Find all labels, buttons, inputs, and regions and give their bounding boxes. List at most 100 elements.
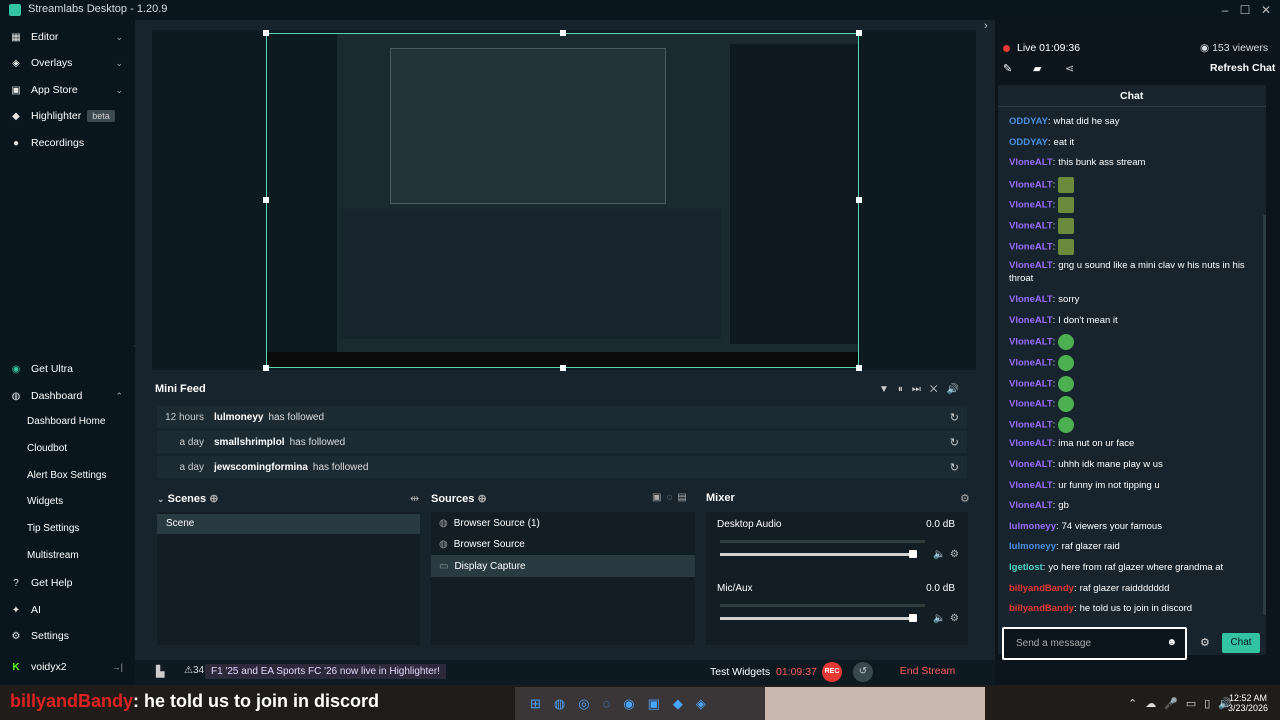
gear-icon[interactable]: ⚙ (960, 492, 970, 505)
test-widgets-button[interactable]: Test Widgets (710, 666, 770, 678)
tip-settings-link[interactable]: Tip Settings (27, 517, 79, 541)
chat-username[interactable]: lulmoneyy (1009, 541, 1056, 552)
sidebar-item-dashboard[interactable]: ◍ Dashboard ⌃ (0, 383, 135, 409)
chat-username[interactable]: ODDYAY (1009, 116, 1048, 127)
sidebar-item-recordings[interactable]: ● Recordings (0, 130, 135, 156)
chat-username[interactable]: billyandBandy (1009, 583, 1074, 594)
minifeed-controls[interactable]: ▼⏸⏭✕🔊 (879, 384, 968, 395)
sidebar-item-editor[interactable]: ▦ Editor ⌄ (0, 24, 135, 50)
sidebar-item-app-store[interactable]: ▣ App Store ⌄ (0, 77, 135, 103)
scene-transitions-icon[interactable]: ⇹ (410, 492, 419, 505)
share-icon[interactable]: ⋖ (1065, 62, 1074, 75)
chat-username[interactable]: VloneALT (1009, 459, 1053, 470)
chat-username[interactable]: VloneALT (1009, 438, 1053, 449)
source-item[interactable]: ◍ Browser Source (1) (431, 512, 695, 534)
resize-handle[interactable] (856, 30, 862, 36)
logout-icon[interactable]: →| (112, 662, 123, 672)
sidebar-item-overlays[interactable]: ◈ Overlays ⌄ (0, 50, 135, 76)
chat-scrollbar[interactable] (1263, 215, 1266, 615)
stats-icon[interactable]: ▙ (156, 665, 164, 678)
resize-handle[interactable] (856, 197, 862, 203)
gear-icon[interactable]: ⚙ (950, 613, 959, 624)
chat-username[interactable]: billyandBandy (1009, 603, 1074, 614)
gear-icon[interactable]: ⚙ (1200, 636, 1210, 649)
chat-username[interactable]: VloneALT (1009, 157, 1053, 168)
repeat-icon[interactable]: ↻ (950, 411, 959, 424)
add-scene-icon[interactable]: ⊕ (209, 493, 218, 505)
chat-username[interactable]: ODDYAY (1009, 137, 1048, 148)
briefcase-icon[interactable]: ▰ (1033, 62, 1041, 75)
chat-username[interactable]: VloneALT (1009, 337, 1053, 348)
chat-colon: : (1052, 179, 1056, 191)
close-icon[interactable]: ✕ (1258, 2, 1274, 18)
scene-item[interactable]: Scene (157, 514, 420, 534)
multistream-link[interactable]: Multistream (27, 544, 79, 568)
taskbar-icons[interactable]: ⊞◍◎◌◉▣◆◈ (530, 696, 719, 712)
repeat-icon[interactable]: ↻ (950, 436, 959, 449)
system-tray-icons[interactable]: ⌃☁🎤▭▯🔊 (1128, 697, 1240, 710)
sidebar-item-settings[interactable]: ⚙ Settings (0, 623, 135, 649)
resize-handle[interactable] (856, 365, 862, 371)
minimize-icon[interactable]: – (1217, 2, 1233, 18)
sidebar-item-get-ultra[interactable]: ◉ Get Ultra (0, 356, 135, 382)
chat-username[interactable]: VloneALT (1009, 500, 1053, 511)
collapse-icon[interactable]: ⌄ (157, 494, 165, 504)
news-banner[interactable]: F1 '25 and EA Sports FC '26 now live in … (205, 664, 446, 679)
alert-box-settings-link[interactable]: Alert Box Settings (27, 464, 106, 488)
resize-handle[interactable] (263, 30, 269, 36)
sidebar-item-user[interactable]: Kvoidyx2 →| (0, 654, 135, 680)
resize-handle[interactable] (560, 365, 566, 371)
chat-send-button[interactable]: Chat (1222, 633, 1260, 653)
volume-slider[interactable] (720, 550, 917, 558)
volume-slider[interactable] (720, 614, 917, 622)
maximize-icon[interactable]: ☐ (1237, 2, 1253, 18)
chat-username[interactable]: lulmoneyy (1009, 521, 1056, 532)
sidebar-item-highlighter[interactable]: ◆ Highlighter beta (0, 103, 135, 129)
chat-username[interactable]: VloneALT (1009, 315, 1053, 326)
sidebar-item-get-help[interactable]: ? Get Help (0, 570, 135, 596)
resize-handle[interactable] (560, 30, 566, 36)
chat-username[interactable]: VloneALT (1009, 399, 1053, 410)
add-source-icon[interactable]: ⊕ (477, 493, 486, 505)
chat-username[interactable]: VloneALT (1009, 200, 1053, 211)
stream-preview[interactable] (266, 33, 859, 368)
chat-username[interactable]: VloneALT (1009, 419, 1053, 430)
sidebar-item-ai[interactable]: ✦ AI (0, 597, 135, 623)
slider-knob[interactable] (909, 614, 917, 622)
cloudbot-link[interactable]: Cloudbot (27, 437, 67, 461)
chat-username[interactable]: VloneALT (1009, 179, 1053, 190)
resize-handle[interactable] (263, 365, 269, 371)
chat-username[interactable]: VloneALT (1009, 241, 1053, 252)
refresh-chat-button[interactable]: Refresh Chat (1210, 62, 1275, 74)
rec-button[interactable]: REC (822, 662, 842, 682)
replay-buffer-icon[interactable]: ↺ (853, 662, 873, 682)
speaker-icon[interactable]: 🔈 (933, 613, 945, 624)
widgets-link[interactable]: Widgets (27, 490, 63, 514)
chat-username[interactable]: VloneALT (1009, 358, 1053, 369)
chat-username[interactable]: VloneALT (1009, 221, 1053, 232)
clock[interactable]: 12:52 AM 3/23/2026 (1228, 693, 1268, 713)
chat-username[interactable]: VloneALT (1009, 294, 1053, 305)
gear-icon[interactable]: ⚙ (950, 549, 959, 560)
alerts-count[interactable]: ⚠34 (184, 665, 204, 676)
source-item[interactable]: ◍ Browser Source (431, 533, 695, 555)
emoji-icon[interactable]: ☻ (1166, 637, 1177, 648)
dashboard-home-link[interactable]: Dashboard Home (27, 410, 105, 434)
speaker-icon[interactable]: 🔈 (933, 549, 945, 560)
chat-username[interactable]: VloneALT (1009, 378, 1053, 389)
source-tools-icons[interactable]: ▣◌▤ (652, 492, 692, 503)
emote-icon (1058, 396, 1075, 413)
end-stream-button[interactable]: End Stream (889, 662, 966, 681)
chat-username[interactable]: VloneALT (1009, 480, 1053, 491)
slider-knob[interactable] (909, 550, 917, 558)
chat-input[interactable]: Send a message ☻ (1002, 627, 1187, 660)
chat-username[interactable]: VloneALT (1009, 260, 1053, 271)
sidebar-item-label: Overlays (31, 57, 73, 69)
resize-handle[interactable] (263, 197, 269, 203)
chat-username[interactable]: lgetlost (1009, 562, 1043, 573)
expand-chat-icon[interactable]: › (984, 20, 988, 32)
edit-icon[interactable]: ✎ (1003, 62, 1012, 75)
source-item[interactable]: ▭ Display Capture (431, 555, 695, 577)
overlays-icon: ◈ (12, 57, 20, 69)
repeat-icon[interactable]: ↻ (950, 461, 959, 474)
